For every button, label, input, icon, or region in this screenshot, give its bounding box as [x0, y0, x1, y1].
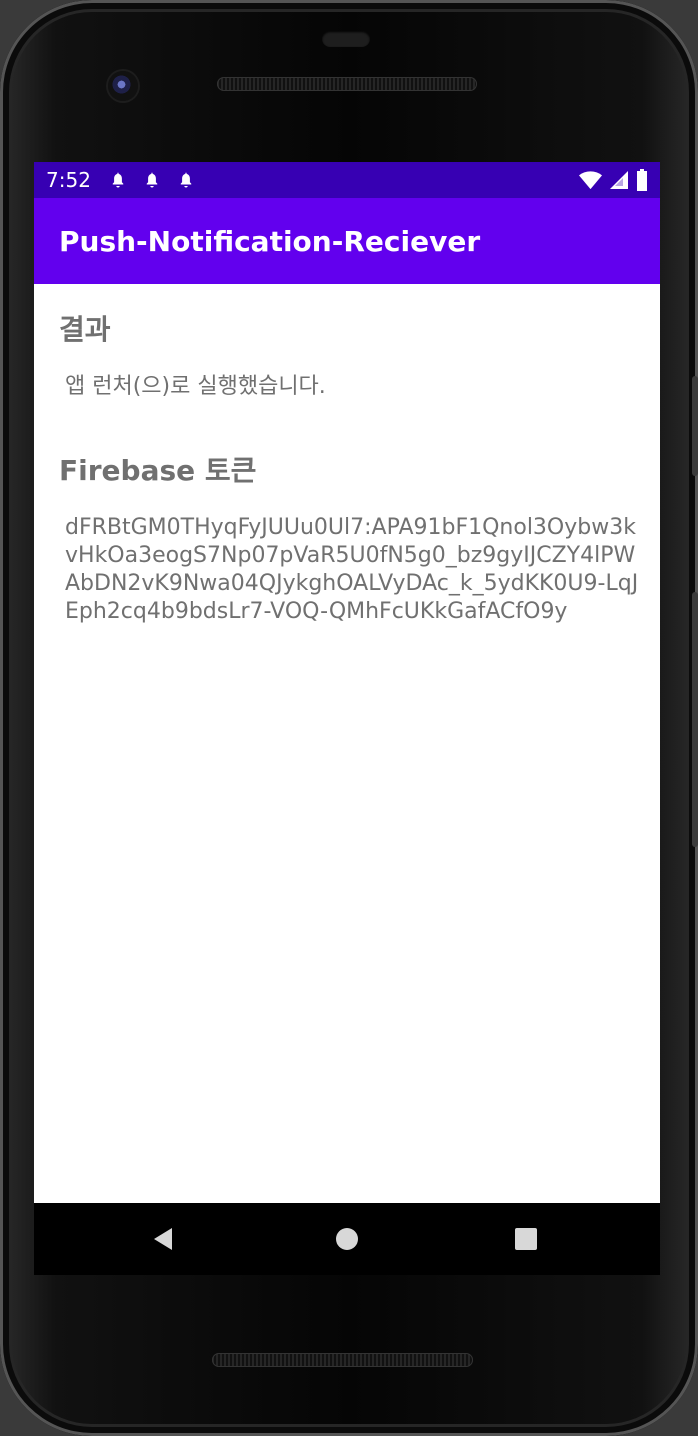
app-bar: Push-Notification-Reciever	[34, 198, 660, 284]
status-bar-left: 7:52	[46, 168, 195, 192]
result-heading: 결과	[59, 313, 111, 346]
device-frame: 7:52 Push-Notification-Reciever 결과 앱 런처(…	[0, 0, 698, 1436]
status-time: 7:52	[46, 168, 91, 192]
wifi-icon	[579, 171, 602, 190]
side-button-lower[interactable]	[692, 592, 698, 847]
status-bar-right	[579, 169, 648, 191]
cellular-icon	[610, 171, 628, 189]
phone-screen: 7:52 Push-Notification-Reciever 결과 앱 런처(…	[34, 162, 660, 1203]
top-speaker-grille	[217, 77, 477, 91]
back-icon[interactable]	[148, 1223, 180, 1255]
firebase-token-heading: Firebase 토큰	[59, 454, 257, 487]
device-notch	[322, 31, 370, 47]
battery-icon	[637, 169, 647, 191]
recent-apps-icon[interactable]	[510, 1223, 542, 1255]
main-content: 결과 앱 런처(으)로 실행했습니다. Firebase 토큰 dFRBtGM0…	[34, 310, 660, 626]
bell-icon	[112, 172, 124, 188]
status-bar: 7:52	[34, 162, 660, 198]
bottom-speaker-grille	[212, 1353, 473, 1367]
front-camera-icon	[108, 71, 138, 101]
android-navigation-bar	[34, 1203, 660, 1275]
app-title: Push-Notification-Reciever	[59, 224, 481, 258]
firebase-token-value: dFRBtGM0THyqFyJUUu0Ul7:APA91bF1Qnol3Oybw…	[65, 515, 639, 624]
side-button-upper[interactable]	[692, 376, 698, 476]
home-icon[interactable]	[331, 1223, 363, 1255]
result-text: 앱 런처(으)로 실행했습니다.	[65, 374, 326, 399]
bell-icon	[180, 172, 192, 188]
bell-icon	[146, 172, 158, 188]
